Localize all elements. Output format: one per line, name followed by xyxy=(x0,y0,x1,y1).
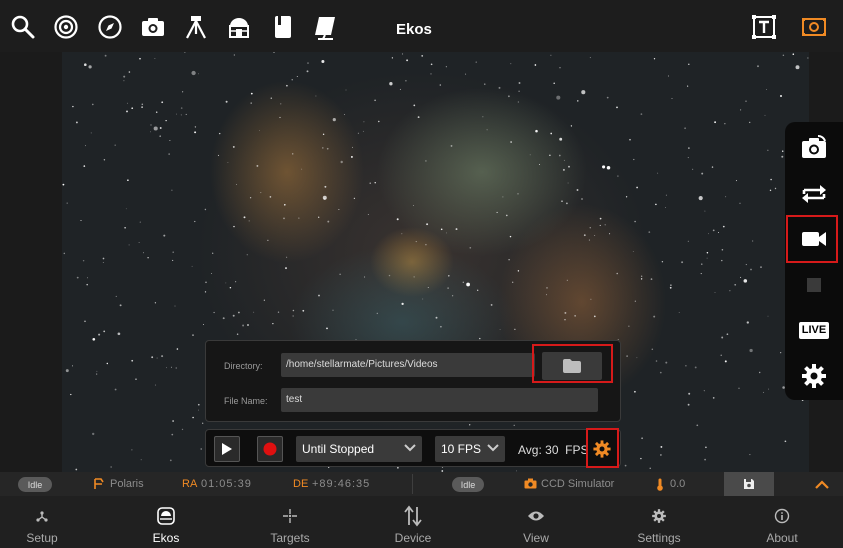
fps-value: 10 FPS xyxy=(441,442,482,456)
nav-targets-label: Targets xyxy=(270,531,310,545)
fps-unit: FPS xyxy=(565,443,589,457)
loop-icon[interactable] xyxy=(799,178,829,208)
bottom-nav: Setup Ekos Targets Device View Settings xyxy=(0,496,843,548)
setup-icon xyxy=(0,507,84,525)
record-settings-panel: Directory: /home/stellarmate/Pictures/Vi… xyxy=(205,340,621,422)
compass-icon[interactable] xyxy=(97,14,123,40)
duration-value: Until Stopped xyxy=(302,442,375,456)
nav-setup[interactable]: Setup xyxy=(0,496,84,548)
avg-label: Avg: xyxy=(518,443,542,457)
directory-label: Directory: xyxy=(224,361,263,371)
nav-ekos-label: Ekos xyxy=(152,531,180,545)
image-frame-icon[interactable] xyxy=(801,14,827,40)
record-control-bar: Until Stopped 10 FPS Avg: 30 FPS xyxy=(205,429,621,467)
camera-icon[interactable] xyxy=(140,14,166,40)
mount-status-badge: Idle xyxy=(18,477,52,492)
stop-icon[interactable] xyxy=(799,270,829,300)
nav-ekos[interactable]: Ekos xyxy=(124,496,208,548)
fps-select[interactable]: 10 FPS xyxy=(435,436,505,462)
record-button[interactable] xyxy=(257,436,283,462)
chevron-down-icon xyxy=(404,444,416,452)
observatory-icon[interactable] xyxy=(226,14,252,40)
nav-device[interactable]: Device xyxy=(371,496,455,548)
save-button[interactable] xyxy=(724,472,774,496)
folder-icon xyxy=(563,359,581,373)
nav-view[interactable]: View xyxy=(494,496,578,548)
eye-icon xyxy=(494,507,578,525)
top-toolbar: Ekos xyxy=(0,0,843,52)
chevron-up-icon xyxy=(815,479,829,489)
tripod-icon[interactable] xyxy=(183,14,209,40)
camera-rotate-icon[interactable] xyxy=(799,132,829,162)
avg-fps-readout: Avg: 30 FPS xyxy=(518,443,589,457)
save-icon xyxy=(744,479,754,489)
nav-setup-label: Setup xyxy=(26,531,58,545)
mount-icon xyxy=(93,478,105,493)
ekos-icon xyxy=(124,507,208,525)
flat-panel-icon[interactable] xyxy=(313,14,339,40)
temperature-value: 0.0 xyxy=(670,478,686,490)
targets-icon xyxy=(248,507,332,525)
status-divider xyxy=(412,474,413,494)
status-bar: Idle Polaris RA 01:05:39 DE +89:46:35 Id… xyxy=(0,472,843,496)
target-icon[interactable] xyxy=(53,14,79,40)
camera-status-badge: Idle xyxy=(452,477,484,492)
record-settings-button[interactable] xyxy=(589,436,615,462)
nav-targets[interactable]: Targets xyxy=(248,496,332,548)
mount-name: Polaris xyxy=(110,478,144,490)
directory-field[interactable]: /home/stellarmate/Pictures/Videos xyxy=(281,353,535,377)
filename-label: File Name: xyxy=(224,396,268,406)
avg-value: 30 xyxy=(545,443,559,457)
live-icon[interactable]: LIVE xyxy=(798,315,830,345)
notebook-icon[interactable] xyxy=(270,14,296,40)
thermometer-icon xyxy=(656,478,664,494)
camera-name: CCD Simulator xyxy=(541,478,615,490)
gear-icon[interactable] xyxy=(799,361,829,391)
gear-icon xyxy=(593,440,611,458)
duration-select[interactable]: Until Stopped xyxy=(296,436,422,462)
capture-toolbar: LIVE xyxy=(785,122,843,400)
video-camera-icon[interactable] xyxy=(799,224,829,254)
info-icon xyxy=(740,507,824,525)
nav-about-label: About xyxy=(766,531,798,545)
text-frame-icon[interactable] xyxy=(751,14,777,40)
record-icon xyxy=(263,442,277,456)
play-button[interactable] xyxy=(214,436,240,462)
page-title: Ekos xyxy=(396,21,432,38)
expand-button[interactable] xyxy=(812,477,832,491)
nav-view-label: View xyxy=(523,531,549,545)
de-value: +89:46:35 xyxy=(312,478,371,490)
ra-label: RA xyxy=(182,478,198,490)
device-icon xyxy=(371,505,455,527)
nav-about[interactable]: About xyxy=(740,496,824,548)
browse-folder-button[interactable] xyxy=(542,352,602,380)
live-label: LIVE xyxy=(798,321,830,339)
search-icon[interactable] xyxy=(10,14,36,40)
nav-settings-label: Settings xyxy=(637,531,681,545)
nav-settings[interactable]: Settings xyxy=(617,496,701,548)
filename-field[interactable]: test xyxy=(281,388,598,412)
nav-device-label: Device xyxy=(394,531,432,545)
gear-icon xyxy=(617,507,701,525)
play-icon xyxy=(222,443,232,455)
de-label: DE xyxy=(293,478,309,490)
camera-small-icon xyxy=(524,478,537,492)
ra-value: 01:05:39 xyxy=(201,478,252,490)
chevron-down-icon xyxy=(487,444,499,452)
